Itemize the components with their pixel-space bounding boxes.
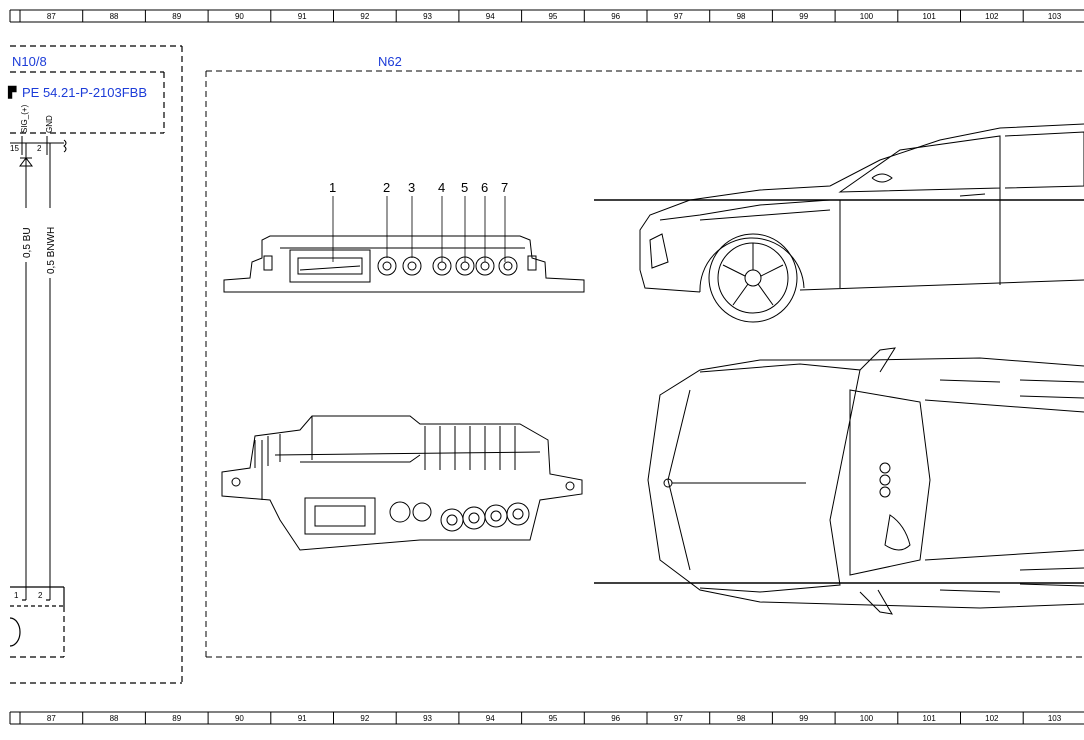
n62-region-boundary — [205, 70, 1084, 658]
control-unit-isometric-view — [221, 415, 583, 551]
bottom-ruler-number: 87 — [47, 714, 56, 723]
bottom-ruler-cells: 87 88 89 90 91 92 93 94 95 96 97 98 99 100 101 102 103 — [19, 712, 1062, 724]
n10-connector-box — [10, 71, 165, 134]
bottom-ruler-number: 102 — [985, 714, 999, 723]
top-ruler-number: 88 — [110, 12, 119, 21]
bottom-pin1: 1 — [14, 591, 19, 600]
bottom-ruler-number: 94 — [486, 714, 495, 723]
top-ruler-number: 95 — [548, 12, 557, 21]
bottom-ruler-number: 99 — [799, 714, 808, 723]
bottom-ruler-number: 93 — [423, 714, 432, 723]
top-ruler-number: 102 — [985, 12, 999, 21]
bottom-ruler-number: 98 — [737, 714, 746, 723]
bottom-ruler-number: 91 — [298, 714, 307, 723]
callout-5: 5 — [461, 180, 468, 195]
n10-reference[interactable]: PE 54.21-P-2103FBB — [22, 85, 147, 100]
top-ruler-number: 98 — [737, 12, 746, 21]
callout-6: 6 — [481, 180, 488, 195]
bottom-ruler-number: 95 — [548, 714, 557, 723]
bottom-ruler-number: 100 — [860, 714, 874, 723]
wiring-diagram-sheet: 87 88 89 90 91 92 93 94 95 96 97 98 99 100 101 102 103 8… — [7, 9, 1084, 725]
top-ruler-number: 96 — [611, 12, 620, 21]
top-ruler-cells: 87 88 89 90 91 92 93 94 95 96 97 98 99 100 101 102 103 — [19, 10, 1062, 22]
top-ruler-number: 103 — [1048, 12, 1062, 21]
bottom-pin2: 2 — [38, 591, 43, 600]
wire-2-label: 0,5 BNWH — [46, 227, 57, 274]
top-ruler-number: 93 — [423, 12, 432, 21]
bottom-ruler-number: 89 — [172, 714, 181, 723]
top-ruler-number: 97 — [674, 12, 683, 21]
n10-label: N10/8 — [12, 54, 47, 69]
callout-leader-lines — [332, 196, 506, 262]
top-ruler-number: 90 — [235, 12, 244, 21]
bottom-ruler-number: 97 — [674, 714, 683, 723]
bottom-ruler-number: 92 — [360, 714, 369, 723]
top-ruler-number: 100 — [860, 12, 874, 21]
top-ruler-number: 99 — [799, 12, 808, 21]
wire-1-label: 0,5 BU — [22, 227, 33, 258]
car-side-view — [639, 123, 1084, 323]
wire-lines — [25, 143, 51, 600]
top-ruler-number: 89 — [172, 12, 181, 21]
pin1-signal-label: SIG_(+) — [20, 104, 29, 133]
n62-label: N62 — [378, 54, 402, 69]
callout-2: 2 — [383, 180, 390, 195]
bottom-ruler-number: 90 — [235, 714, 244, 723]
top-ruler-number: 87 — [47, 12, 56, 21]
pin2-signal-label: GND — [45, 115, 54, 133]
bottom-ruler-number: 96 — [611, 714, 620, 723]
pin2-number: 2 — [37, 144, 42, 153]
callout-1: 1 — [329, 180, 336, 195]
callout-4: 4 — [438, 180, 445, 195]
bottom-ruler-number: 103 — [1048, 714, 1062, 723]
top-ruler-number: 94 — [486, 12, 495, 21]
control-unit-front-view — [223, 235, 585, 293]
callout-3: 3 — [408, 180, 415, 195]
pin1-number: 15 — [10, 144, 19, 153]
car-top-view — [647, 347, 1084, 615]
top-ruler-number: 91 — [298, 12, 307, 21]
ref-marker-icon: ▛ — [7, 85, 17, 99]
bottom-ruler-number: 101 — [922, 714, 936, 723]
bottom-ruler-number: 88 — [110, 714, 119, 723]
callout-7: 7 — [501, 180, 508, 195]
top-ruler-number: 92 — [360, 12, 369, 21]
top-ruler-number: 101 — [922, 12, 936, 21]
